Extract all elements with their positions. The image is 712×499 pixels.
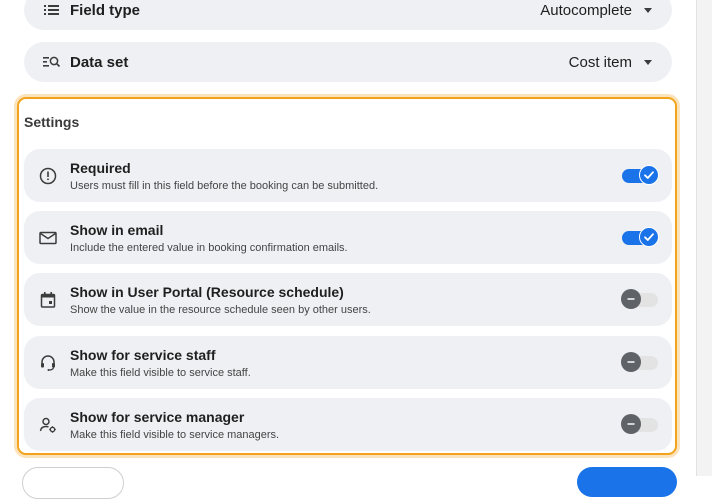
cancel-button[interactable]: [22, 467, 124, 499]
data-set-value: Cost item: [568, 53, 632, 71]
list-icon: [42, 0, 62, 20]
setting-row-show-for-service-manager[interactable]: Show for service manager Make this field…: [24, 398, 672, 451]
setting-description: Users must fill in this field before the…: [70, 180, 379, 192]
search-list-icon: [42, 52, 62, 72]
setting-row-show-in-email[interactable]: Show in email Include the entered value …: [24, 211, 672, 264]
show-in-user-portal-toggle[interactable]: [621, 289, 658, 309]
chevron-down-icon: [644, 59, 652, 65]
mail-icon: [38, 228, 58, 248]
field-type-value: Autocomplete: [540, 1, 632, 19]
setting-description: Include the entered value in booking con…: [70, 242, 348, 254]
check-icon: [639, 165, 659, 185]
minus-icon: [621, 352, 641, 372]
minus-icon: [621, 414, 641, 434]
setting-description: Make this field visible to service manag…: [70, 429, 280, 441]
setting-row-show-in-user-portal[interactable]: Show in User Portal (Resource schedule) …: [24, 273, 672, 326]
field-type-label: Field type: [70, 1, 141, 19]
manager-icon: [38, 415, 58, 435]
calendar-icon: [38, 290, 58, 310]
chevron-down-icon: [644, 7, 652, 13]
setting-title: Required: [70, 160, 131, 176]
save-button[interactable]: [577, 467, 677, 497]
check-icon: [639, 227, 659, 247]
setting-row-show-for-service-staff[interactable]: Show for service staff Make this field v…: [24, 336, 672, 389]
alert-circle-icon: [38, 166, 58, 186]
required-toggle[interactable]: [622, 165, 659, 185]
setting-title: Show for service manager: [70, 409, 245, 425]
minus-icon: [621, 289, 641, 309]
setting-title: Show for service staff: [70, 347, 216, 363]
data-set-label: Data set: [70, 53, 129, 71]
scrollbar-track[interactable]: [696, 0, 712, 476]
show-for-service-manager-toggle[interactable]: [621, 414, 658, 434]
setting-row-required[interactable]: Required Users must fill in this field b…: [24, 149, 672, 202]
setting-title: Show in email: [70, 222, 164, 238]
support-agent-icon: [38, 353, 58, 373]
field-type-select[interactable]: Field type Autocomplete: [24, 0, 672, 30]
settings-heading: Settings: [24, 114, 80, 130]
data-set-select[interactable]: Data set Cost item: [24, 42, 672, 82]
setting-description: Make this field visible to service staff…: [70, 367, 251, 379]
show-for-service-staff-toggle[interactable]: [621, 352, 658, 372]
show-in-email-toggle[interactable]: [622, 227, 659, 247]
setting-description: Show the value in the resource schedule …: [70, 304, 371, 316]
setting-title: Show in User Portal (Resource schedule): [70, 284, 344, 300]
